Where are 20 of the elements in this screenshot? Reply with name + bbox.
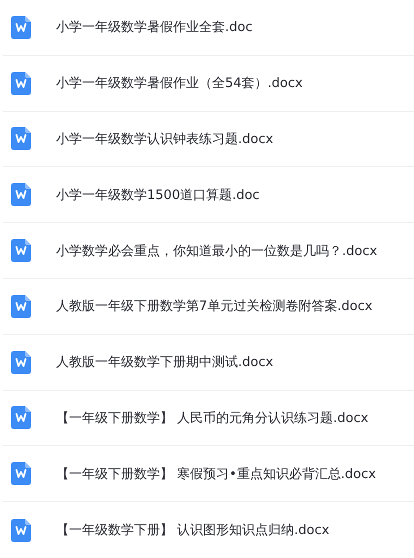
- file-name[interactable]: 人教版一年级数学下册期中测试.docx: [56, 353, 274, 372]
- file-name[interactable]: 小学一年级数学1500道口算题.doc: [56, 186, 260, 204]
- file-name[interactable]: 小学一年级数学暑假作业全套.doc: [56, 18, 252, 36]
- word-document-icon: [11, 127, 31, 150]
- word-document-icon: [11, 350, 31, 374]
- file-name[interactable]: 小学一年级数学暑假作业（全54套）.docx: [56, 74, 303, 92]
- word-document-icon: [11, 406, 31, 430]
- word-document-icon: [11, 72, 31, 95]
- word-document-icon: [11, 183, 31, 206]
- file-name[interactable]: 人教版一年级下册数学第7单元过关检测卷附答案.docx: [56, 297, 372, 316]
- file-name[interactable]: 小学数学必会重点，你知道最小的一位数是几吗？.docx: [56, 242, 378, 260]
- file-name[interactable]: 【一年级下册数学】 寒假预习•重点知识必背汇总.docx: [56, 464, 376, 483]
- word-document-icon: [11, 16, 31, 39]
- file-name[interactable]: 【一年级数学下册】 认识图形知识点归纳.docx: [56, 521, 330, 540]
- word-document-icon: [11, 239, 31, 262]
- word-document-icon: [11, 462, 31, 486]
- word-document-icon: [11, 518, 31, 542]
- file-name[interactable]: 【一年级下册数学】 人民币的元角分认识练习题.docx: [56, 408, 368, 427]
- word-document-icon: [11, 294, 31, 318]
- file-name[interactable]: 小学一年级数学认识钟表练习题.docx: [56, 130, 274, 148]
